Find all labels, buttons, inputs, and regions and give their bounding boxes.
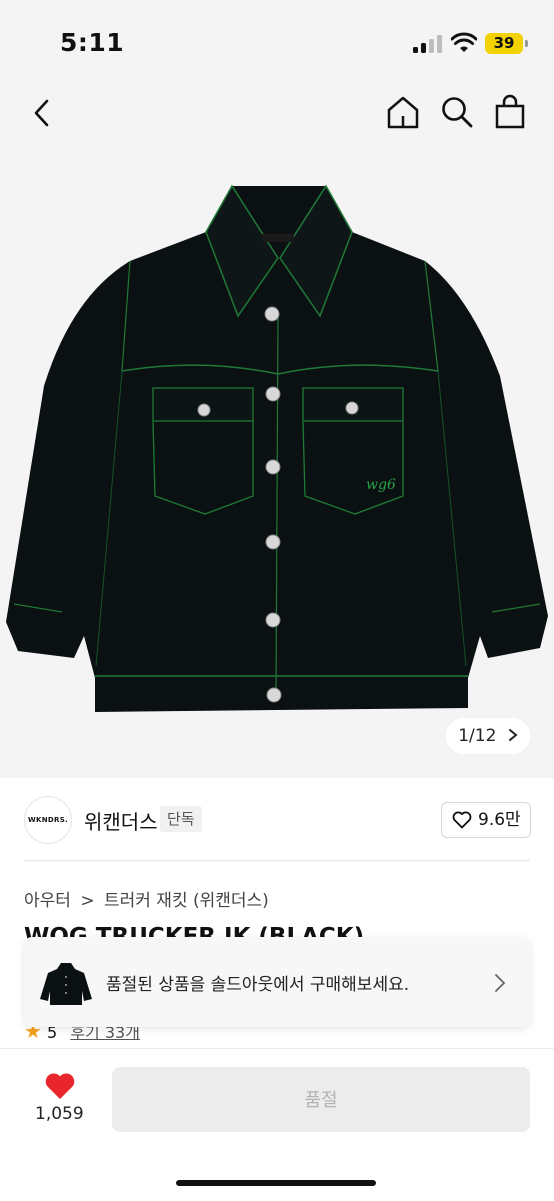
battery-icon: 39 (485, 33, 523, 54)
soldout-promo-message: 품절된 상품을 솔드아웃에서 구매해보세요. (106, 975, 410, 995)
back-chevron-icon[interactable] (30, 98, 54, 128)
image-counter-button[interactable]: 1/12 (446, 718, 530, 754)
search-icon[interactable] (440, 95, 474, 129)
wishlist-count: 1,059 (35, 1104, 84, 1124)
status-time: 5:11 (60, 28, 125, 57)
soldout-buy-button[interactable]: 품절 (112, 1067, 530, 1132)
exclusive-badge: 단독 (160, 806, 202, 832)
breadcrumb-separator: > (80, 891, 95, 911)
breadcrumb-category[interactable]: 아우터 (24, 891, 71, 911)
jacket-product-image: wg6 (6, 184, 548, 712)
chevron-right-icon (508, 729, 518, 741)
chevron-right-icon (495, 974, 506, 992)
home-icon[interactable] (385, 94, 421, 130)
brand-name-link[interactable]: 위캔더스 (84, 806, 158, 835)
svg-text:wg6: wg6 (366, 477, 396, 493)
breadcrumb: 아우터 > 트러커 재킷 (위캔더스) (24, 886, 269, 911)
image-counter-text: 1/12 (458, 726, 497, 746)
shopping-bag-icon[interactable] (494, 94, 526, 130)
breadcrumb-subcategory[interactable]: 트러커 재킷 (위캔더스) (104, 891, 269, 911)
brand-like-button[interactable]: 9.6만 (441, 802, 531, 838)
home-indicator (176, 1180, 376, 1186)
heart-outline-icon (452, 811, 472, 829)
product-image-gallery[interactable]: wg6 (0, 146, 554, 778)
battery-tip (525, 40, 528, 47)
soldout-promo-banner[interactable]: 품절된 상품을 솔드아웃에서 구매해보세요. (24, 937, 530, 1027)
section-divider (24, 860, 530, 861)
status-bar: 5:11 39 (0, 0, 554, 80)
brand-logo[interactable]: WKNDRS. (24, 796, 72, 844)
brand-like-count: 9.6만 (478, 810, 521, 830)
jacket-thumbnail (40, 963, 92, 1005)
battery-level: 39 (493, 34, 515, 52)
wifi-icon (451, 32, 477, 52)
cellular-signal-icon (413, 35, 443, 53)
heart-filled-icon[interactable] (44, 1072, 76, 1100)
top-nav-bar (0, 80, 554, 146)
